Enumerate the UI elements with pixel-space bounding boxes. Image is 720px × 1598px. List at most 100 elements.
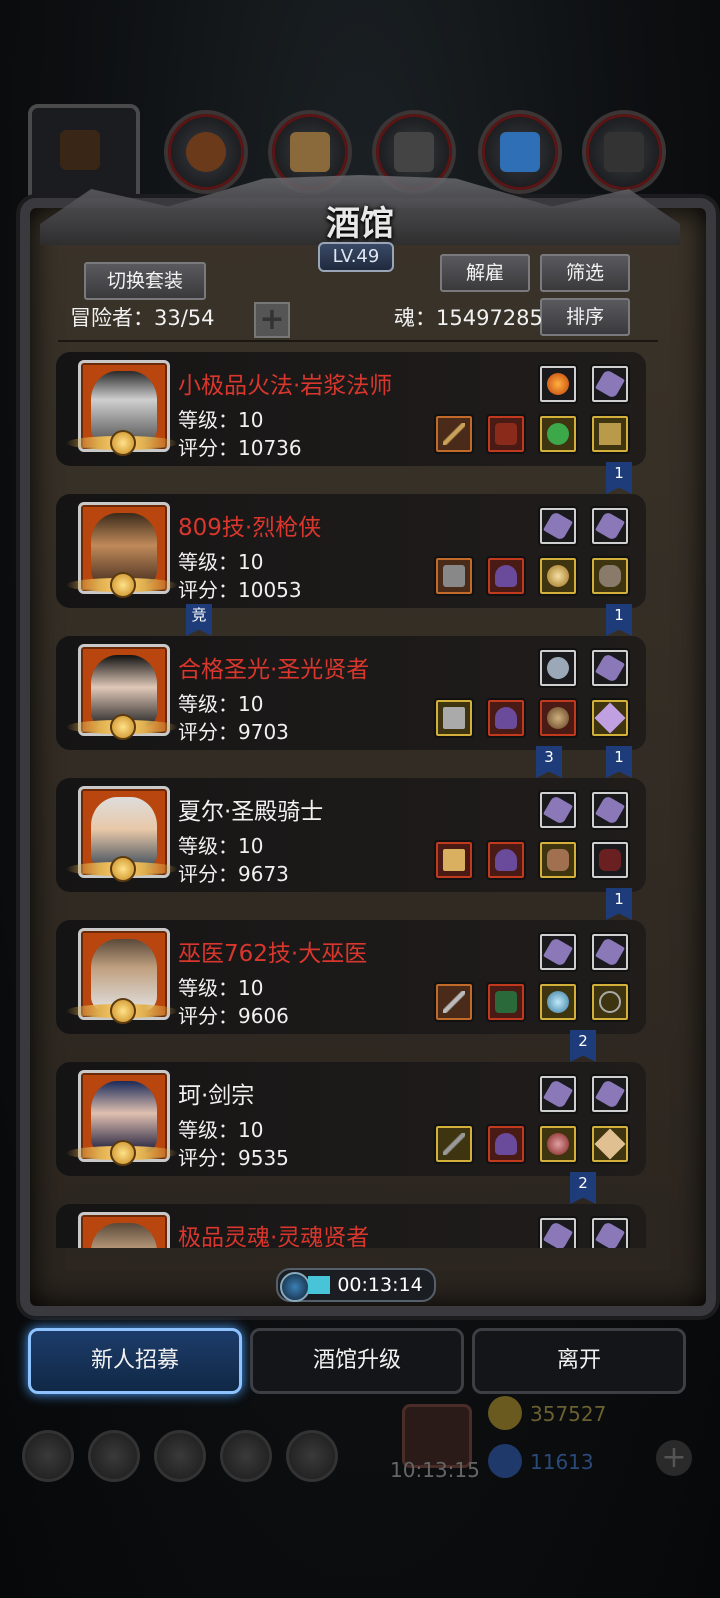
armor-slot[interactable]: [486, 414, 526, 454]
amulet-icon: [547, 707, 569, 729]
emerald-icon: [547, 423, 569, 445]
star-icon[interactable]: [88, 1430, 140, 1482]
crystal-slot[interactable]: [538, 1074, 578, 1114]
crystal-slot[interactable]: [538, 1216, 578, 1248]
list-item[interactable]: 小极品火法·岩浆法师 等级：10 评分：10736: [56, 346, 646, 466]
hero-score: 评分：9606: [178, 1004, 289, 1028]
ring-icon: [547, 1133, 569, 1155]
mail-icon[interactable]: [220, 1430, 272, 1482]
weapon-slot[interactable]: [434, 1124, 474, 1164]
rank-medal-icon: [110, 430, 136, 456]
hero-portrait[interactable]: [78, 1212, 170, 1248]
crystal-icon: [594, 510, 626, 542]
crystal-slot[interactable]: [590, 364, 630, 404]
crystal-slot[interactable]: [538, 506, 578, 546]
helmet-icon: [495, 707, 517, 729]
weapon-slot[interactable]: [434, 556, 474, 596]
crystal-slot[interactable]: [538, 932, 578, 972]
filter-button[interactable]: 筛选: [540, 254, 630, 292]
hero-list[interactable]: 小极品火法·岩浆法师 等级：10 评分：10736 1 809技·烈枪侠 等级：…: [56, 346, 656, 1248]
gear-icon[interactable]: [22, 1430, 74, 1482]
accessory-slot[interactable]: [538, 840, 578, 880]
necklace-icon: [599, 991, 621, 1013]
add-currency-button[interactable]: +: [656, 1440, 692, 1476]
armor-slot[interactable]: [486, 840, 526, 880]
weapon-slot[interactable]: [434, 840, 474, 880]
weapon-slot[interactable]: [434, 414, 474, 454]
hero-name: 809技·烈枪侠: [178, 515, 322, 541]
hero-name: 合格圣光·圣光贤者: [178, 657, 370, 683]
tab-stone-category[interactable]: [582, 110, 666, 194]
hero-name: 巫医762技·大巫医: [178, 941, 368, 967]
upgrade-tavern-button[interactable]: 酒馆升级: [250, 1328, 464, 1394]
fire-orb-slot[interactable]: [538, 364, 578, 404]
list-item[interactable]: 极品灵魂·灵魂贤者: [56, 1198, 646, 1248]
crystal-slot[interactable]: [590, 648, 630, 688]
mace-icon: [443, 849, 465, 871]
orb-icon: [547, 991, 569, 1013]
fire-orb-icon: [547, 373, 569, 395]
belt-slot[interactable]: [590, 840, 630, 880]
rune-slot[interactable]: [590, 1124, 630, 1164]
accessory-slot[interactable]: [538, 1124, 578, 1164]
rune-slot[interactable]: [590, 698, 630, 738]
gem-icon: [488, 1444, 522, 1478]
leave-button[interactable]: 离开: [472, 1328, 686, 1394]
tab-hero-category[interactable]: [28, 104, 140, 204]
tavern-level-badge: LV.49: [318, 242, 394, 272]
recruit-button[interactable]: 新人招募: [28, 1328, 242, 1394]
rank-medal-icon: [110, 572, 136, 598]
pistol-icon: [443, 565, 465, 587]
armor-slot[interactable]: [486, 698, 526, 738]
add-slot-button[interactable]: +: [254, 302, 290, 338]
bag-icon: [186, 132, 226, 172]
list-item[interactable]: 珂·剑宗 等级：10 评分：9535: [56, 1056, 646, 1176]
armor-slot[interactable]: [486, 1124, 526, 1164]
dismiss-button[interactable]: 解雇: [440, 254, 530, 292]
crystal-icon: [594, 368, 626, 400]
tab-crystal-category[interactable]: [478, 110, 562, 194]
accessory-slot[interactable]: [538, 698, 578, 738]
page-title: 酒馆: [326, 204, 394, 244]
armor-slot[interactable]: [486, 982, 526, 1022]
crystal-slot[interactable]: [590, 932, 630, 972]
list-item[interactable]: 夏尔·圣殿骑士 等级：10 评分：9673: [56, 772, 646, 892]
chest-icon[interactable]: [286, 1430, 338, 1482]
crystal-slot[interactable]: [590, 1216, 630, 1248]
crystal-icon: [542, 510, 574, 542]
hero-level: 等级：10: [178, 550, 264, 574]
armor-slot[interactable]: [486, 556, 526, 596]
list-item[interactable]: 合格圣光·圣光贤者 等级：10 评分：9703: [56, 630, 646, 750]
rank-medal-icon: [110, 856, 136, 882]
staff-icon: [443, 423, 465, 445]
hero-name: 夏尔·圣殿骑士: [178, 799, 324, 825]
crystal-slot[interactable]: [590, 506, 630, 546]
map-icon[interactable]: [154, 1430, 206, 1482]
scroll-icon: [599, 423, 621, 445]
feather-slot[interactable]: [538, 648, 578, 688]
rune-icon: [594, 1128, 626, 1160]
hammer-icon: [443, 707, 465, 729]
accessory-slot[interactable]: [538, 556, 578, 596]
skull-mask-icon: [599, 565, 621, 587]
mask-slot[interactable]: [590, 556, 630, 596]
weapon-slot[interactable]: [434, 982, 474, 1022]
hero-score: 评分：9673: [178, 862, 289, 886]
crystal-slot[interactable]: [538, 790, 578, 830]
crystal-slot[interactable]: [590, 790, 630, 830]
header-divider: [58, 340, 658, 342]
crystal-slot[interactable]: [590, 1074, 630, 1114]
feather-icon: [542, 652, 574, 684]
sort-button[interactable]: 排序: [540, 298, 630, 336]
switch-set-button[interactable]: 切换套装: [84, 262, 206, 300]
list-item[interactable]: 809技·烈枪侠 等级：10 评分：10053: [56, 488, 646, 608]
weapon-slot[interactable]: [434, 698, 474, 738]
necklace-slot[interactable]: [590, 982, 630, 1022]
recruit-timer: 00:13:14: [276, 1268, 436, 1302]
helmet-icon: [495, 1133, 517, 1155]
list-item[interactable]: 巫医762技·大巫医 等级：10 评分：9606: [56, 914, 646, 1034]
accessory-slot[interactable]: [538, 414, 578, 454]
tab-weapon-category[interactable]: [164, 110, 248, 194]
scroll-slot[interactable]: [590, 414, 630, 454]
accessory-slot[interactable]: [538, 982, 578, 1022]
